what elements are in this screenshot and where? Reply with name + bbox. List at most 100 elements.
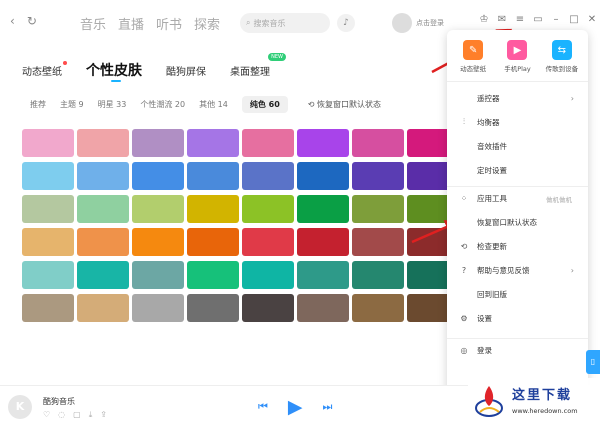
like-icon[interactable]: ◌ — [58, 410, 65, 420]
color-swatch[interactable] — [22, 294, 74, 322]
color-swatch[interactable] — [352, 294, 404, 322]
color-swatch[interactable] — [297, 294, 349, 322]
color-swatch[interactable] — [187, 195, 239, 223]
menu-item-settings[interactable]: ⚙ 设置 — [447, 306, 588, 330]
minimize-icon[interactable]: – — [550, 14, 562, 25]
color-swatch[interactable] — [77, 228, 129, 256]
color-swatch[interactable] — [242, 129, 294, 157]
quick-phone-play[interactable]: ▶ 手机Play — [497, 40, 537, 73]
color-swatch[interactable] — [242, 294, 294, 322]
color-swatch[interactable] — [77, 195, 129, 223]
chevron-right-icon: › — [570, 265, 574, 275]
menu-item-login[interactable]: ◎ 登录 — [447, 338, 588, 362]
share-icon[interactable]: ⇪ — [100, 410, 107, 420]
color-swatch[interactable] — [22, 162, 74, 190]
tab-desktop-organize[interactable]: 桌面整理 NEW — [230, 53, 286, 78]
tab-personal-skin[interactable]: 个性皮肤 — [86, 60, 142, 80]
color-swatch[interactable] — [187, 294, 239, 322]
nav-live[interactable]: 直播 — [118, 14, 144, 33]
login-text[interactable]: 点击登录 — [416, 18, 444, 28]
back-icon[interactable]: ‹ — [10, 14, 15, 28]
color-swatch[interactable] — [132, 195, 184, 223]
menu-item-remote[interactable]: 遥控器 › — [447, 86, 588, 110]
mail-icon[interactable]: ✉ — [496, 14, 508, 25]
search-input[interactable]: ⌕ 搜索音乐 — [240, 13, 330, 33]
filter-other[interactable]: 其他 14 — [199, 99, 228, 110]
color-swatch[interactable] — [22, 129, 74, 157]
menu-item-old-version[interactable]: 回到旧版 — [447, 282, 588, 306]
color-swatch[interactable] — [22, 228, 74, 256]
color-swatch[interactable] — [297, 261, 349, 289]
filter-recommend[interactable]: 推荐 — [30, 99, 46, 110]
play-icon[interactable]: ▶ — [288, 396, 303, 418]
color-swatch[interactable] — [187, 228, 239, 256]
color-swatch[interactable] — [352, 195, 404, 223]
menu-item-sound-plugin[interactable]: 音效插件 — [447, 134, 588, 158]
chevron-right-icon: › — [570, 93, 574, 103]
color-swatch[interactable] — [132, 228, 184, 256]
color-swatch[interactable] — [297, 162, 349, 190]
refresh-icon[interactable]: ↻ — [27, 14, 37, 28]
new-badge: NEW — [268, 53, 286, 61]
divider — [447, 81, 588, 82]
mini-mode-icon[interactable]: ▭ — [532, 14, 544, 25]
close-icon[interactable]: ✕ — [586, 14, 598, 25]
color-swatch[interactable] — [352, 228, 404, 256]
nav-explore[interactable]: 探索 — [194, 14, 220, 33]
menu-icon[interactable]: ≡ — [514, 14, 526, 25]
heart-icon[interactable]: ♡ — [43, 410, 50, 420]
quick-live-wallpaper[interactable]: ✎ 动态壁纸 — [453, 40, 493, 73]
restore-default-button[interactable]: ⟲ 恢复窗口默认状态 — [308, 99, 381, 110]
color-swatch[interactable] — [187, 162, 239, 190]
quick-transfer[interactable]: ⇆ 传歌到设备 — [542, 40, 582, 73]
color-swatch[interactable] — [297, 228, 349, 256]
color-swatch[interactable] — [187, 261, 239, 289]
filter-trend[interactable]: 个性潮流 20 — [140, 99, 185, 110]
previous-icon[interactable]: ⏮ — [258, 400, 268, 414]
next-icon[interactable]: ⏭ — [323, 400, 333, 414]
menu-item-restore-window[interactable]: 恢复窗口默认状态 — [447, 210, 588, 234]
color-swatch[interactable] — [242, 261, 294, 289]
filter-star[interactable]: 明星 33 — [98, 99, 127, 110]
tab-screensaver[interactable]: 酷狗屏保 — [166, 63, 206, 78]
nav-audiobook[interactable]: 听书 — [156, 14, 182, 33]
avatar[interactable] — [392, 13, 412, 33]
color-swatch[interactable] — [187, 129, 239, 157]
color-swatch[interactable] — [242, 228, 294, 256]
color-swatch[interactable] — [352, 129, 404, 157]
color-swatch[interactable] — [22, 261, 74, 289]
color-swatch[interactable] — [132, 162, 184, 190]
color-swatch[interactable] — [352, 162, 404, 190]
menu-item-help-feedback[interactable]: ? 帮助与意见反馈 › — [447, 258, 588, 282]
color-swatch[interactable] — [297, 129, 349, 157]
download-icon[interactable]: ⤓ — [89, 410, 93, 420]
color-swatch-grid — [22, 129, 459, 322]
user-login[interactable]: 点击登录 — [392, 13, 444, 33]
color-swatch[interactable] — [297, 195, 349, 223]
color-swatch[interactable] — [242, 195, 294, 223]
color-swatch[interactable] — [77, 261, 129, 289]
wallpaper-icon: ✎ — [463, 40, 484, 60]
comment-icon[interactable]: ▢ — [73, 410, 81, 420]
menu-item-app-tools[interactable]: ⁘ 应用工具 做机做机 — [447, 186, 588, 210]
nav-music[interactable]: 音乐 — [80, 14, 106, 33]
color-swatch[interactable] — [132, 129, 184, 157]
filter-solid-color[interactable]: 纯色 60 — [241, 96, 288, 113]
filter-theme[interactable]: 主题 9 — [60, 99, 84, 110]
skin-icon[interactable]: ♔ — [478, 14, 490, 25]
menu-item-check-update[interactable]: ⟲ 检查更新 — [447, 234, 588, 258]
mic-icon[interactable]: ♪ — [337, 14, 355, 32]
color-swatch[interactable] — [77, 294, 129, 322]
color-swatch[interactable] — [77, 162, 129, 190]
color-swatch[interactable] — [22, 195, 74, 223]
color-swatch[interactable] — [352, 261, 404, 289]
color-swatch[interactable] — [132, 261, 184, 289]
maximize-icon[interactable]: □ — [568, 14, 580, 25]
tab-live-wallpaper[interactable]: 动态壁纸 — [22, 61, 67, 78]
menu-item-timer[interactable]: 定时设置 — [447, 158, 588, 182]
side-phone-tab[interactable]: ▯ — [586, 350, 600, 374]
color-swatch[interactable] — [132, 294, 184, 322]
color-swatch[interactable] — [242, 162, 294, 190]
color-swatch[interactable] — [77, 129, 129, 157]
menu-item-equalizer[interactable]: ⫶ 均衡器 — [447, 110, 588, 134]
